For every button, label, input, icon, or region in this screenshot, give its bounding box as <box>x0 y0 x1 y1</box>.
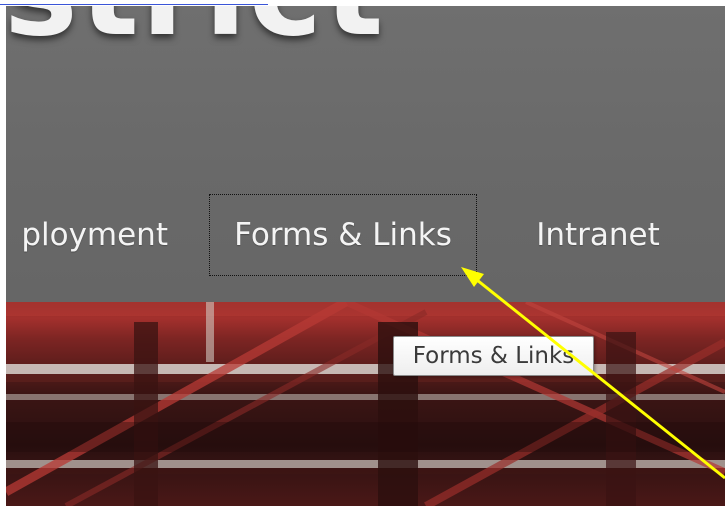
screenshot-stage: strict ployment Forms & Links Intranet <box>0 0 725 506</box>
site-title: strict <box>6 6 386 64</box>
nav-item-intranet[interactable]: Intranet <box>526 194 670 276</box>
nav-item-employment[interactable]: ployment <box>6 194 168 276</box>
nav-item-forms-links[interactable]: Forms & Links <box>209 194 477 276</box>
tooltip: Forms & Links <box>393 336 594 376</box>
banner-photo <box>6 302 725 506</box>
main-nav: ployment Forms & Links Intranet <box>6 194 725 276</box>
site-header-banner: strict ployment Forms & Links Intranet <box>6 6 725 302</box>
top-link-underline <box>0 4 268 5</box>
red-steel-structure-image <box>6 302 725 506</box>
